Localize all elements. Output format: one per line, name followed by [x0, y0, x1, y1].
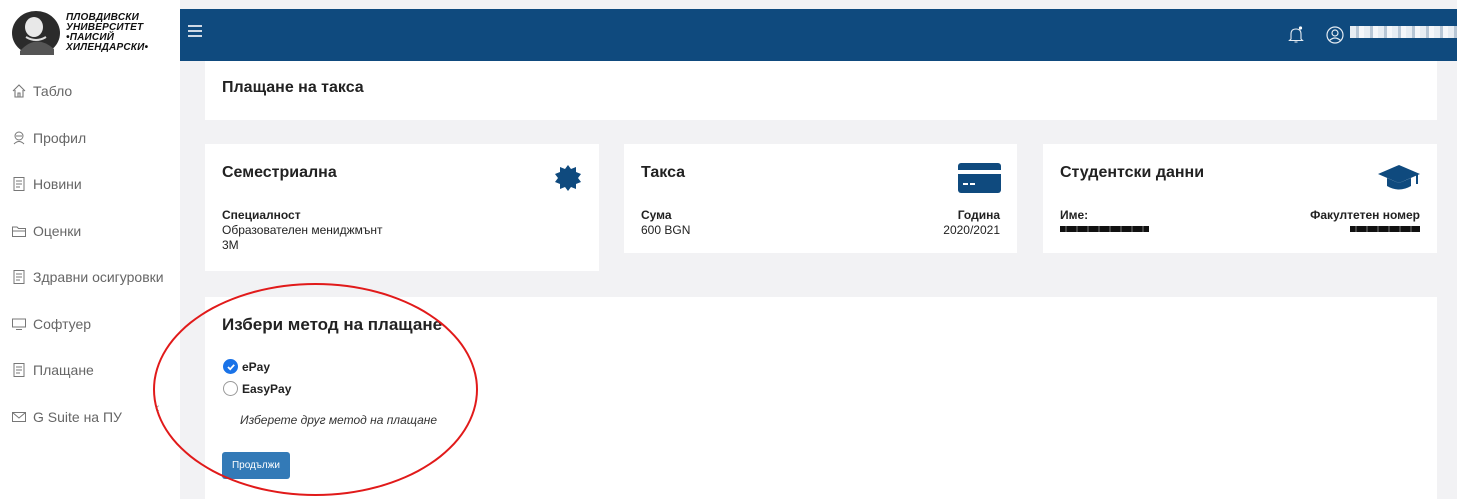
sidebar: ПЛОВДИВСКИ УНИВЕРСИТЕТ •ПАИСИЙ ХИЛЕНДАРС…	[0, 0, 180, 499]
year-value: 2020/2021	[943, 223, 1000, 237]
home-icon	[11, 83, 27, 99]
payment-option-label: ePay	[242, 359, 271, 374]
credit-card-icon	[958, 163, 1001, 193]
sidebar-item-label: Здравни осигуровки	[33, 269, 164, 286]
badge-icon	[555, 165, 581, 191]
sidebar-item-label: G Suite на ПУ	[33, 408, 122, 425]
sidebar-nav: Табло Профил Новини Оценки Здравни осигу…	[0, 68, 180, 440]
specialty-code: 3М	[222, 238, 239, 252]
student-name-label: Име:	[1060, 208, 1089, 222]
faculty-number-label: Факултетен номер	[1310, 208, 1420, 222]
student-card-title: Студентски данни	[1060, 164, 1205, 181]
graduation-cap-icon	[1378, 165, 1420, 190]
year-label: Година	[957, 208, 1000, 222]
page-title: Плащане на такса	[222, 79, 364, 96]
specialty-label: Специалност	[222, 208, 301, 222]
document-icon	[11, 269, 27, 285]
sidebar-item-news[interactable]: Новини	[0, 161, 180, 208]
sidebar-item-label: Профил	[33, 129, 87, 146]
payment-method-title: Избери метод на плащане	[222, 315, 443, 334]
profile-icon	[11, 130, 27, 146]
sidebar-item-gsuite[interactable]: G Suite на ПУ	[0, 394, 180, 441]
student-name-redacted	[1060, 226, 1149, 232]
sidebar-item-profile[interactable]: Профил	[0, 115, 180, 162]
radio-checked-icon[interactable]	[223, 359, 238, 374]
sidebar-item-label: Новини	[33, 176, 82, 193]
payment-option-epay[interactable]: ePay	[223, 359, 270, 374]
payment-option-label: EasyPay	[242, 381, 292, 396]
sidebar-item-payment[interactable]: Плащане	[0, 347, 180, 394]
menu-toggle-icon[interactable]	[188, 25, 202, 37]
other-payment-method-link[interactable]: Изберете друг метод на плащане	[240, 413, 437, 427]
sidebar-item-software[interactable]: Софтуер	[0, 301, 180, 348]
student-card: Студентски данни Име: Факултетен номер	[1043, 144, 1437, 253]
sidebar-item-label: Табло	[33, 83, 73, 100]
sidebar-item-label: Оценки	[33, 222, 82, 239]
user-name-redacted[interactable]	[1350, 26, 1457, 38]
mail-icon	[11, 409, 27, 425]
logo-text: ПЛОВДИВСКИ УНИВЕРСИТЕТ •ПАИСИЙ ХИЛЕНДАРС…	[66, 13, 148, 53]
fee-card: Такса Сума 600 BGN Година 2020/2021	[624, 144, 1017, 253]
amount-label: Сума	[641, 208, 672, 222]
top-bar	[180, 9, 1457, 61]
sidebar-item-dashboard[interactable]: Табло	[0, 68, 180, 115]
document-icon	[11, 362, 27, 378]
user-avatar-icon[interactable]	[1326, 26, 1344, 44]
notifications-bell-icon[interactable]	[1288, 26, 1304, 44]
sidebar-item-health-insurance[interactable]: Здравни осигуровки	[0, 254, 180, 301]
monitor-icon	[11, 316, 27, 332]
amount-value: 600 BGN	[641, 223, 691, 237]
fee-card-title: Такса	[641, 164, 686, 181]
logo-line: ХИЛЕНДАРСКИ•	[66, 42, 149, 53]
sidebar-collapse-icon[interactable]: ‹	[155, 399, 160, 415]
sidebar-item-label: Плащане	[33, 362, 94, 379]
specialty-value: Образователен мениджмънт	[222, 223, 383, 237]
folder-icon	[11, 223, 27, 239]
document-icon	[11, 176, 27, 192]
semester-card-title: Семестриална	[222, 164, 337, 181]
continue-button[interactable]: Продължи	[222, 452, 290, 479]
faculty-number-redacted	[1350, 226, 1420, 232]
sidebar-item-label: Софтуер	[33, 315, 92, 332]
logo-emblem-icon	[12, 11, 60, 55]
university-logo[interactable]: ПЛОВДИВСКИ УНИВЕРСИТЕТ •ПАИСИЙ ХИЛЕНДАРС…	[8, 6, 168, 60]
page-title-card: Плащане на такса	[205, 61, 1437, 120]
radio-unchecked-icon[interactable]	[223, 381, 238, 396]
payment-method-card: Избери метод на плащане ePay EasyPay Изб…	[205, 297, 1437, 499]
semester-card: Семестриална Специалност Образователен м…	[205, 144, 599, 271]
sidebar-item-grades[interactable]: Оценки	[0, 208, 180, 255]
payment-option-easypay[interactable]: EasyPay	[223, 381, 291, 396]
